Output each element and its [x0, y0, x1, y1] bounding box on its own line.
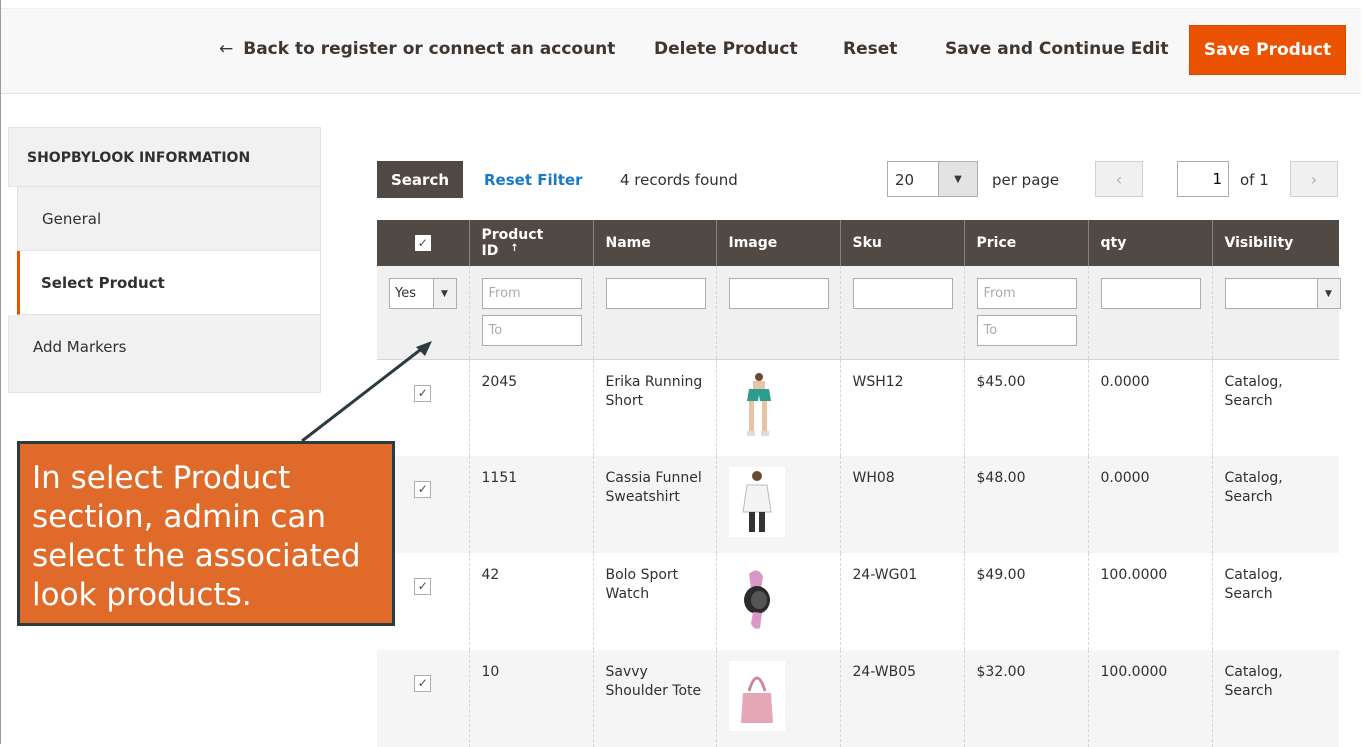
- column-header-visibility[interactable]: Visibility: [1211, 220, 1339, 266]
- per-page-select[interactable]: 20 ▼: [887, 161, 978, 197]
- sku-cell: WSH12: [839, 359, 964, 456]
- price-cell: $48.00: [963, 456, 1088, 553]
- visibility-cell: Catalog, Search: [1211, 650, 1339, 747]
- select-all-checkbox[interactable]: ✓: [414, 235, 431, 251]
- price-cell: $32.00: [963, 650, 1088, 747]
- arrow-left-icon: ←: [219, 39, 234, 59]
- sidebar-item-select-product[interactable]: Select Product: [17, 251, 321, 315]
- reset-button[interactable]: Reset: [843, 39, 897, 59]
- visibility-filter-select[interactable]: ▼: [1224, 278, 1341, 309]
- product-image-cell: [715, 553, 840, 650]
- page-actions-bar: ← Back to register or connect an account …: [1, 8, 1361, 94]
- column-header-name[interactable]: Name: [592, 220, 716, 266]
- per-page-label: per page: [992, 171, 1060, 189]
- previous-page-button[interactable]: ‹: [1095, 161, 1143, 197]
- product-name-cell: Cassia Funnel Sweatshirt: [592, 456, 716, 553]
- qty-filter-input[interactable]: [1100, 278, 1201, 309]
- qty-cell: 0.0000: [1087, 359, 1212, 456]
- search-button[interactable]: Search: [377, 161, 463, 198]
- row-checkbox[interactable]: ✓: [414, 481, 432, 498]
- product-id-to-input[interactable]: To: [481, 315, 582, 346]
- chevron-down-icon: ▼: [432, 279, 456, 308]
- per-page-value: 20: [895, 171, 915, 189]
- back-link[interactable]: ← Back to register or connect an account: [219, 39, 615, 59]
- image-filter-input[interactable]: [728, 278, 829, 309]
- sidebar: SHOPBYLOOK INFORMATION General Select Pr…: [8, 127, 321, 393]
- chevron-left-icon: ‹: [1115, 169, 1123, 189]
- table-row[interactable]: ✓ 2045 Erika Running Short WSH12 $45.00 …: [377, 359, 1339, 456]
- product-name-cell: Savvy Shoulder Tote: [592, 650, 716, 747]
- sku-cell: 24-WG01: [839, 553, 964, 650]
- product-grid: ✓ Product ID ↑ Name Image Sku Price qty V…: [377, 220, 1341, 747]
- sidebar-item-general[interactable]: General: [17, 187, 321, 251]
- sidebar-item-add-markers[interactable]: Add Markers: [8, 315, 321, 393]
- in-selection-value: Yes: [395, 286, 416, 301]
- product-id-cell: 1151: [468, 456, 593, 553]
- name-filter-input[interactable]: [605, 278, 706, 309]
- row-checkbox[interactable]: ✓: [414, 675, 432, 692]
- page-total: of 1: [1240, 171, 1269, 189]
- grid-header-row: ✓ Product ID ↑ Name Image Sku Price qty V…: [377, 220, 1339, 266]
- next-page-button[interactable]: ›: [1290, 161, 1338, 197]
- select-all-header[interactable]: ✓: [377, 220, 469, 266]
- save-and-continue-button[interactable]: Save and Continue Edit: [945, 39, 1169, 59]
- table-row[interactable]: ✓ 1151 Cassia Funnel Sweatshirt WH08 $48…: [377, 456, 1339, 553]
- in-selection-filter[interactable]: Yes ▼: [389, 278, 457, 309]
- save-product-button[interactable]: Save Product: [1189, 25, 1346, 75]
- product-name-cell: Erika Running Short: [592, 359, 716, 456]
- product-id-cell: 2045: [468, 359, 593, 456]
- qty-cell: 0.0000: [1087, 456, 1212, 553]
- watch-image: [743, 570, 770, 629]
- visibility-cell: Catalog, Search: [1211, 553, 1339, 650]
- row-checkbox[interactable]: ✓: [414, 384, 432, 402]
- visibility-cell: Catalog, Search: [1211, 456, 1339, 553]
- sku-cell: 24-WB05: [839, 650, 964, 747]
- table-row[interactable]: ✓ 10 Savvy Shoulder Tote 24-WB05 $32.00 …: [377, 650, 1339, 747]
- price-from-input[interactable]: From: [976, 278, 1077, 309]
- row-checkbox[interactable]: ✓: [414, 578, 432, 595]
- reset-filter-link[interactable]: Reset Filter: [484, 171, 583, 189]
- visibility-cell: Catalog, Search: [1211, 359, 1339, 456]
- annotation-callout: In select Product section, admin can sel…: [17, 441, 395, 626]
- price-cell: $49.00: [963, 553, 1088, 650]
- product-id-from-input[interactable]: From: [481, 278, 582, 309]
- price-to-input[interactable]: To: [976, 315, 1077, 346]
- frame-edge: [0, 0, 1, 744]
- price-cell: $45.00: [963, 359, 1088, 456]
- sku-cell: WH08: [839, 456, 964, 553]
- delete-product-button[interactable]: Delete Product: [654, 39, 798, 59]
- qty-cell: 100.0000: [1087, 553, 1212, 650]
- product-name-cell: Bolo Sport Watch: [592, 553, 716, 650]
- sidebar-title: SHOPBYLOOK INFORMATION: [8, 127, 321, 187]
- table-row[interactable]: ✓ 42 Bolo Sport Watch 24-WG01 $49.00 100…: [377, 553, 1339, 650]
- records-count: 4 records found: [620, 171, 738, 189]
- column-header-qty[interactable]: qty: [1087, 220, 1212, 266]
- tote-image: [728, 661, 785, 731]
- product-image-cell: [715, 359, 840, 456]
- product-id-cell: 42: [468, 553, 593, 650]
- shorts-image: [746, 372, 771, 436]
- page-number-input[interactable]: [1177, 161, 1229, 197]
- column-header-product-id[interactable]: Product ID ↑: [468, 220, 593, 266]
- column-header-image: Image: [715, 220, 840, 266]
- column-header-price[interactable]: Price: [963, 220, 1088, 266]
- sort-ascending-icon: ↑: [510, 243, 519, 254]
- chevron-down-icon: ▼: [938, 162, 977, 196]
- filter-row: Yes ▼ From To From To ▼: [377, 266, 1341, 360]
- sweatshirt-image: [728, 467, 785, 537]
- product-image-cell: [715, 650, 840, 747]
- back-link-label: Back to register or connect an account: [243, 39, 616, 59]
- chevron-right-icon: ›: [1310, 169, 1318, 189]
- column-header-sku[interactable]: Sku: [839, 220, 964, 266]
- chevron-down-icon: ▼: [1316, 279, 1340, 308]
- sku-filter-input[interactable]: [852, 278, 953, 309]
- product-image-cell: [715, 456, 840, 553]
- product-id-cell: 10: [468, 650, 593, 747]
- qty-cell: 100.0000: [1087, 650, 1212, 747]
